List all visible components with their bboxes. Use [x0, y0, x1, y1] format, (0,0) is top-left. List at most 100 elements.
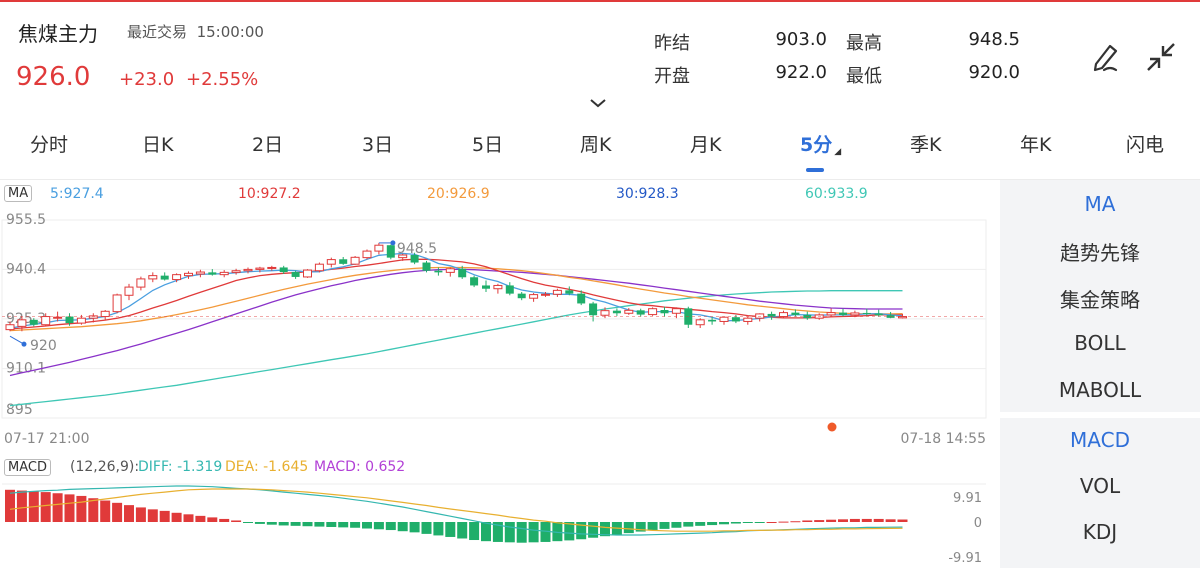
macd-bar [195, 515, 206, 522]
indicator-boll[interactable]: BOLL [1000, 331, 1200, 355]
macd-bar [147, 509, 158, 522]
macd-bar [885, 519, 896, 522]
tab-weekly-k[interactable]: 周K [580, 130, 611, 157]
candle-body [791, 312, 800, 315]
chevron-down-icon[interactable] [589, 96, 607, 112]
candle-body [743, 317, 753, 322]
candle-body [862, 312, 871, 314]
macd-bar [766, 522, 777, 523]
macd-bar [219, 518, 230, 522]
macd-bar [707, 522, 718, 526]
macd-bar [112, 502, 123, 522]
macd-bar [433, 522, 444, 536]
macd-y-tick: 9.91 [953, 491, 982, 506]
tab-daily-k[interactable]: 日K [142, 130, 173, 157]
price-change: +23.0 [119, 69, 175, 90]
macd-bar [457, 522, 468, 539]
macd-bar [314, 522, 325, 527]
indicator-kdj[interactable]: KDJ [1000, 520, 1200, 544]
contract-title: 焦煤主力 [18, 22, 98, 46]
open-value: 922.0 [775, 62, 827, 83]
indicator-vol[interactable]: VOL [1000, 474, 1200, 498]
macd-params: (12,26,9): [70, 459, 140, 475]
macd-bar [873, 518, 884, 522]
open-label: 开盘 [654, 66, 690, 87]
candle-body [243, 268, 253, 272]
candle-body [541, 293, 550, 296]
candle-body [779, 312, 788, 318]
tab-lightning[interactable]: 闪电 [1126, 130, 1164, 157]
macd-chart[interactable]: 9.91 0 -9.91 [0, 478, 990, 568]
macd-bar [135, 507, 146, 522]
candle-body [172, 274, 182, 281]
candle-body [458, 268, 467, 278]
candle-body [850, 312, 860, 316]
macd-bar [302, 522, 313, 527]
candle-body [303, 269, 312, 278]
ma5-legend: 5:927.4 [50, 186, 104, 202]
ma30-legend: 30:928.3 [616, 186, 679, 202]
macd-bar [802, 520, 813, 522]
candle-body [624, 309, 634, 314]
candle-body [326, 259, 336, 265]
macd-bar [5, 489, 15, 522]
candle-body [731, 317, 740, 322]
macd-bar [159, 510, 170, 522]
macd-legend-tag[interactable]: MACD [4, 459, 51, 476]
candle-body [708, 319, 717, 322]
low-marker-dot [21, 341, 27, 347]
macd-bar [373, 522, 384, 530]
candle-body [660, 310, 669, 314]
candle-body [124, 286, 134, 296]
tab-monthly-k[interactable]: 月K [690, 130, 721, 157]
candle-body [422, 262, 431, 271]
collapse-arrows-icon[interactable] [1144, 40, 1178, 78]
candle-body [17, 319, 27, 327]
indicator-gold-strategy[interactable]: 集金策略 [1000, 284, 1200, 313]
indicator-macd[interactable]: MACD [1000, 428, 1200, 452]
tab-2-day[interactable]: 2日 [252, 130, 283, 157]
candle-body [100, 310, 110, 318]
indicator-trend-pioneer[interactable]: 趋势先锋 [1000, 237, 1200, 266]
ma10-legend: 10:927.2 [238, 186, 301, 202]
macd-bar [16, 490, 27, 522]
candle-body [136, 278, 146, 288]
macd-bar [659, 522, 670, 529]
ma60-legend: 60:933.9 [805, 186, 868, 202]
tab-5-minute[interactable]: 5分 ◢ [800, 130, 841, 157]
tab-intraday[interactable]: 分时 [30, 130, 68, 157]
candle-body [826, 312, 836, 316]
macd-bar [183, 514, 194, 522]
candle-body [255, 267, 265, 270]
candle-body [184, 272, 193, 277]
macd-bar [326, 522, 337, 527]
macd-bar [778, 521, 789, 523]
candle-body [517, 293, 526, 299]
macd-y-tick: -9.91 [948, 551, 982, 566]
indicator-ma[interactable]: MA [1000, 192, 1200, 216]
candle-body [755, 313, 765, 319]
pen-icon[interactable] [1090, 40, 1122, 78]
candle-body [839, 312, 847, 315]
candle-body [5, 324, 15, 331]
macd-bar [100, 500, 111, 522]
tab-5-day[interactable]: 5日 [472, 130, 503, 157]
tab-quarterly-k[interactable]: 季K [910, 130, 941, 157]
macd-bar [695, 522, 706, 526]
candle-body [552, 289, 562, 295]
candlestick-chart[interactable]: 955.5940.4925.3910.189507-17 21:00 07-18 … [0, 208, 990, 448]
macd-bar [730, 522, 741, 524]
indicator-maboll[interactable]: MABOLL [1000, 378, 1200, 402]
macd-bar [76, 495, 87, 522]
low-value: 920.0 [968, 62, 1020, 83]
active-tab-indicator [806, 168, 824, 172]
macd-bar [171, 512, 182, 522]
macd-bar [838, 519, 848, 522]
candle-body [434, 270, 443, 273]
tab-yearly-k[interactable]: 年K [1020, 130, 1051, 157]
candle-body [148, 275, 158, 280]
tab-3-day[interactable]: 3日 [362, 130, 393, 157]
prev-close-value: 903.0 [775, 29, 827, 50]
ma-legend-tag[interactable]: MA [4, 185, 33, 202]
macd-y-tick: 0 [974, 516, 982, 531]
